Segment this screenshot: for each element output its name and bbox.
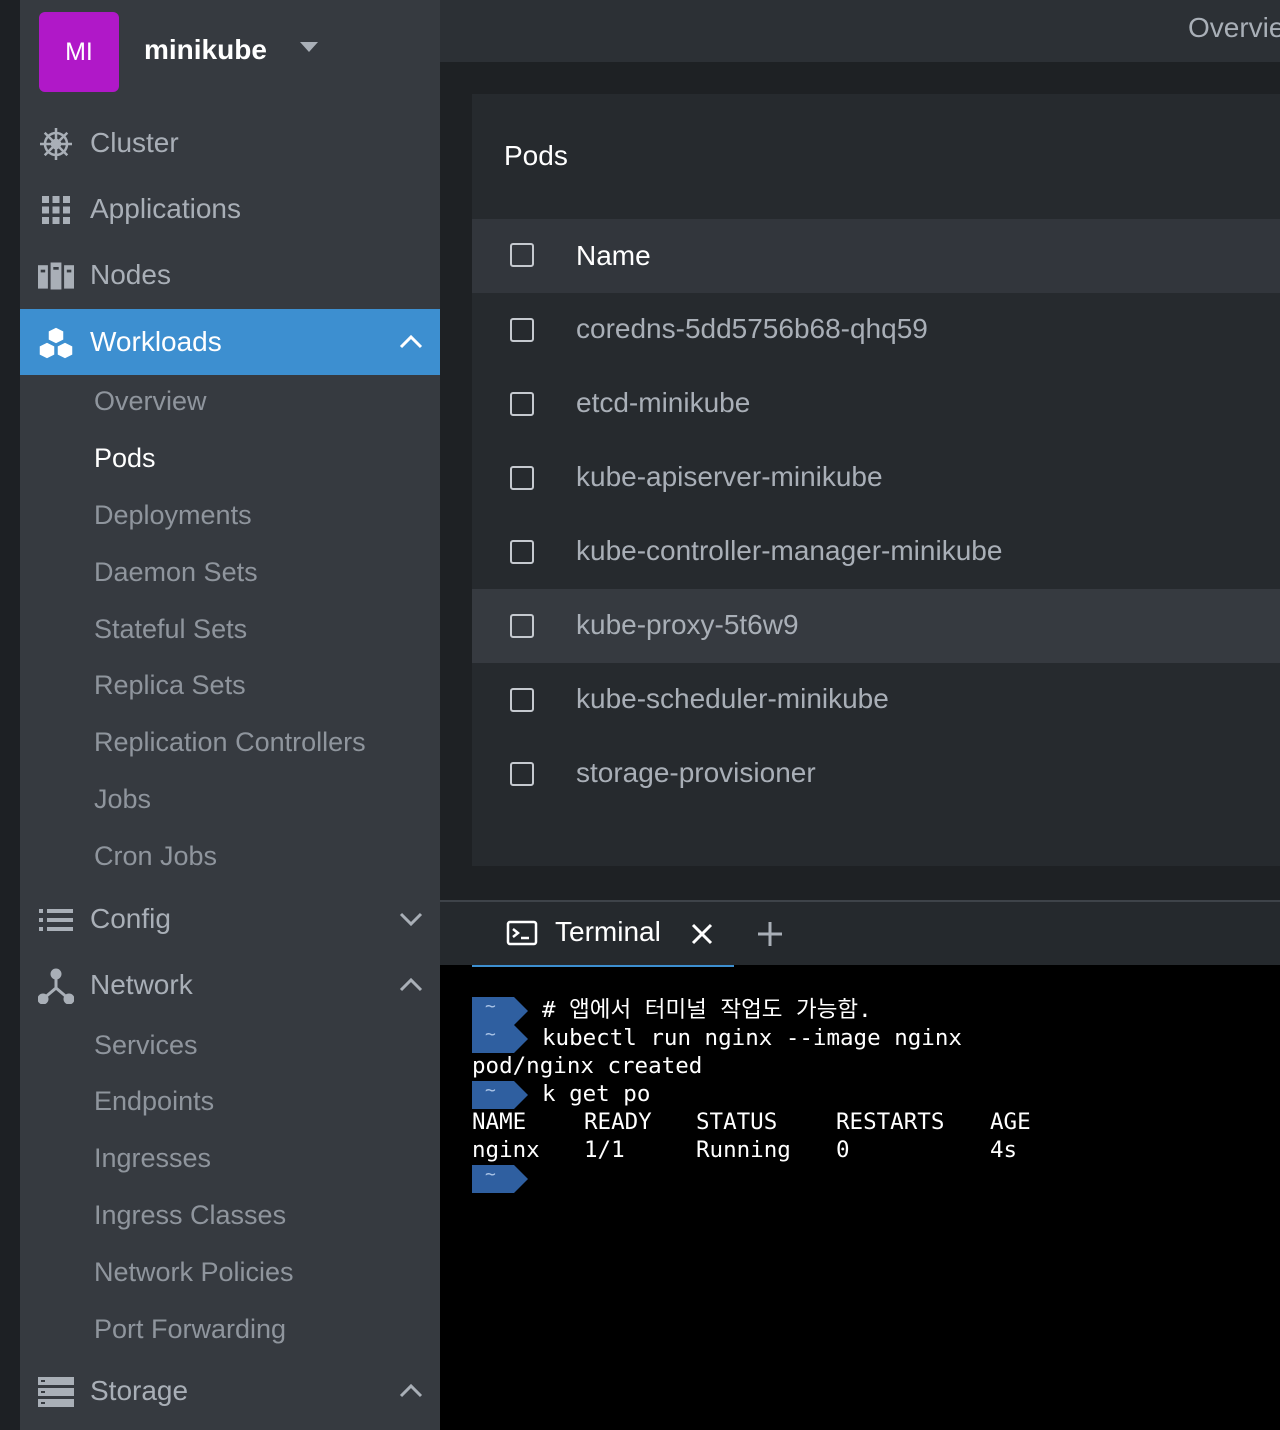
sidebar-item-label: Config (90, 903, 171, 934)
tab-label: Terminal (555, 916, 661, 947)
prompt-marker: ~ (472, 1080, 528, 1109)
sidebar-item-workloads[interactable]: Workloads (20, 309, 440, 375)
caret-down-icon[interactable] (300, 42, 318, 52)
cubes-icon (38, 325, 74, 361)
dock-tab-bar: Terminal (440, 900, 1280, 967)
table-header: Name (472, 219, 1280, 293)
sidebar: MI minikube Cluster Applications Nodes W… (20, 0, 440, 1430)
servers-icon (38, 258, 74, 294)
pod-name: kube-controller-manager-minikube (576, 535, 1003, 566)
table-row[interactable]: etcd-minikube (472, 367, 1280, 441)
terminal-line: ~ (472, 1164, 1272, 1193)
main-content: Pods Name coredns-5dd5756b68-qhq59 etcd-… (440, 62, 1280, 900)
sidebar-item-network[interactable]: Network (20, 952, 440, 1018)
pod-name: coredns-5dd5756b68-qhq59 (576, 313, 928, 344)
list-icon (38, 902, 74, 938)
storage-icon (38, 1374, 74, 1410)
row-checkbox[interactable] (510, 318, 534, 342)
row-checkbox[interactable] (510, 762, 534, 786)
sidebar-item-nodes[interactable]: Nodes (20, 242, 440, 308)
sidebar-subitem-services[interactable]: Services (94, 1030, 198, 1061)
table-row[interactable]: storage-provisioner (472, 737, 1280, 811)
sidebar-item-label: Network (90, 969, 193, 1000)
row-checkbox[interactable] (510, 540, 534, 564)
sidebar-item-config[interactable]: Config (20, 886, 440, 952)
sidebar-item-storage[interactable]: Storage (20, 1358, 440, 1424)
page-title: Overvie (1188, 12, 1280, 43)
terminal-icon (506, 920, 538, 946)
pod-name: kube-proxy-5t6w9 (576, 609, 799, 640)
column-header-name[interactable]: Name (576, 240, 651, 272)
sidebar-subitem-jobs[interactable]: Jobs (94, 784, 151, 815)
pod-name: kube-apiserver-minikube (576, 461, 883, 492)
table-row[interactable]: kube-apiserver-minikube (472, 441, 1280, 515)
row-checkbox[interactable] (510, 466, 534, 490)
terminal-command: k get po (542, 1081, 651, 1107)
chevron-down-icon[interactable] (398, 908, 424, 930)
sidebar-subitem-ingress-classes[interactable]: Ingress Classes (94, 1200, 286, 1231)
chevron-up-icon[interactable] (398, 331, 424, 353)
top-bar: Overvie (440, 0, 1280, 62)
sidebar-subitem-overview[interactable]: Overview (94, 386, 207, 417)
prompt-marker: ~ (472, 1024, 528, 1053)
terminal-command: kubectl run nginx --image nginx (542, 1025, 962, 1051)
select-all-checkbox[interactable] (510, 243, 534, 267)
terminal-line: ~ k get po (472, 1080, 1272, 1109)
pods-panel: Pods Name coredns-5dd5756b68-qhq59 etcd-… (472, 94, 1280, 866)
terminal-table-header: NAME READY STATUS RESTARTS AGE (472, 1109, 1031, 1135)
prompt-marker: ~ (472, 1164, 528, 1193)
sidebar-subitem-network-policies[interactable]: Network Policies (94, 1257, 294, 1288)
table-row[interactable]: kube-scheduler-minikube (472, 663, 1280, 737)
sidebar-subitem-endpoints[interactable]: Endpoints (94, 1086, 214, 1117)
chevron-up-icon[interactable] (398, 1380, 424, 1402)
chevron-up-icon[interactable] (398, 974, 424, 996)
network-icon (38, 968, 74, 1004)
add-tab-icon[interactable] (756, 920, 784, 948)
sidebar-subitem-port-forwarding[interactable]: Port Forwarding (94, 1314, 286, 1345)
dock-panel: Terminal ~ # 앱에서 터미널 작업도 가능함. ~ kubectl … (440, 900, 1280, 1430)
terminal-output-line: pod/nginx created (472, 1053, 703, 1079)
pod-name: kube-scheduler-minikube (576, 683, 889, 714)
sidebar-item-applications[interactable]: Applications (20, 176, 440, 242)
sidebar-subitem-pods[interactable]: Pods (94, 443, 156, 474)
tab-terminal[interactable]: Terminal (472, 902, 734, 967)
terminal-output[interactable]: ~ # 앱에서 터미널 작업도 가능함. ~ kubectl run nginx… (472, 996, 1272, 1193)
helm-wheel-icon (38, 126, 74, 162)
cluster-name: minikube (144, 34, 267, 65)
sidebar-subitem-deployments[interactable]: Deployments (94, 500, 252, 531)
row-checkbox[interactable] (510, 614, 534, 638)
pod-name: storage-provisioner (576, 757, 816, 788)
terminal-table-row: nginx 1/1 Running 0 4s (472, 1137, 1018, 1163)
sidebar-subitem-replica-sets[interactable]: Replica Sets (94, 670, 246, 701)
grid-icon (38, 192, 74, 228)
pod-name: etcd-minikube (576, 387, 751, 418)
cluster-avatar: MI (39, 12, 119, 92)
table-row[interactable]: kube-proxy-5t6w9 (472, 589, 1280, 663)
panel-title: Pods (504, 140, 568, 171)
sidebar-item-label: Applications (90, 193, 241, 224)
sidebar-item-label: Storage (90, 1375, 189, 1406)
sidebar-item-label: Nodes (90, 259, 171, 290)
row-checkbox[interactable] (510, 392, 534, 416)
sidebar-item-label: Cluster (90, 127, 179, 158)
cluster-switcher[interactable]: MI minikube (20, 0, 440, 108)
prompt-marker: ~ (472, 996, 528, 1025)
sidebar-subitem-daemon-sets[interactable]: Daemon Sets (94, 557, 258, 588)
sidebar-subitem-replication-controllers[interactable]: Replication Controllers (94, 727, 366, 758)
sidebar-subitem-cron-jobs[interactable]: Cron Jobs (94, 841, 217, 872)
sidebar-item-label: Workloads (90, 326, 222, 357)
table-row[interactable]: coredns-5dd5756b68-qhq59 (472, 293, 1280, 367)
table-row[interactable]: kube-controller-manager-minikube (472, 515, 1280, 589)
close-icon[interactable] (690, 922, 714, 946)
terminal-line: ~ # 앱에서 터미널 작업도 가능함. (472, 996, 1272, 1025)
terminal-command: # 앱에서 터미널 작업도 가능함. (542, 997, 872, 1023)
window-edge (0, 0, 20, 1430)
sidebar-subitem-stateful-sets[interactable]: Stateful Sets (94, 614, 247, 645)
row-checkbox[interactable] (510, 688, 534, 712)
terminal-line: ~ kubectl run nginx --image nginx (472, 1024, 1272, 1053)
sidebar-item-cluster[interactable]: Cluster (20, 110, 440, 176)
sidebar-subitem-ingresses[interactable]: Ingresses (94, 1143, 211, 1174)
